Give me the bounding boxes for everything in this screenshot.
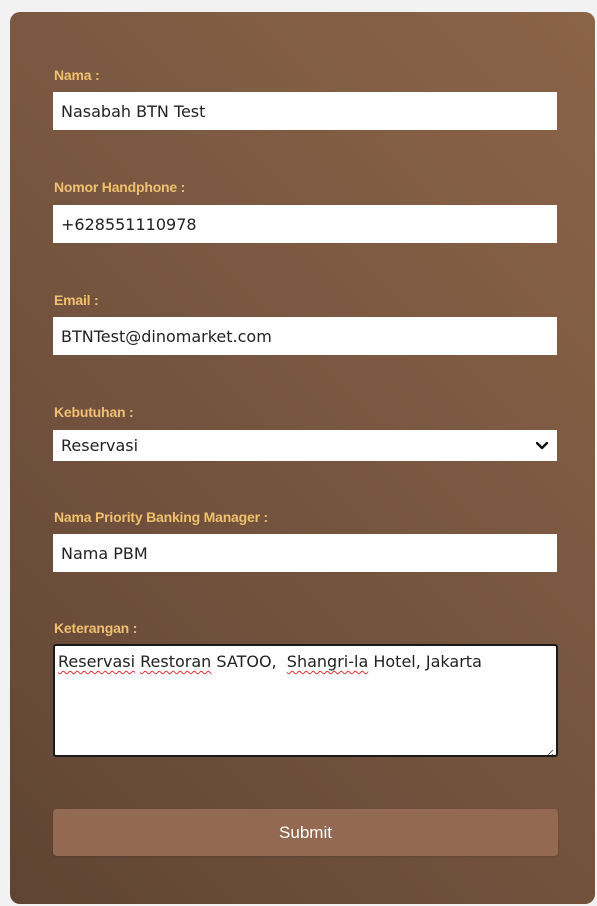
pbm-label: Nama Priority Banking Manager :: [54, 509, 268, 525]
textarea-word: Hotel,: [373, 652, 421, 671]
keterangan-label: Keterangan :: [54, 620, 138, 636]
chevron-down-icon: [535, 439, 549, 453]
keterangan-textarea[interactable]: Reservasi Restoran SATOO, Shangri-la Hot…: [53, 644, 558, 757]
textarea-word: Restoran: [140, 652, 212, 671]
textarea-word: Jakarta: [425, 652, 482, 671]
textarea-word: Reservasi: [58, 652, 136, 671]
kebutuhan-select[interactable]: Reservasi: [53, 430, 557, 461]
phone-label: Nomor Handphone :: [54, 179, 186, 195]
email-label: Email :: [54, 292, 99, 308]
pbm-name-input[interactable]: [53, 534, 557, 572]
email-input[interactable]: [53, 317, 557, 355]
kebutuhan-label: Kebutuhan :: [54, 404, 134, 420]
phone-input[interactable]: [53, 205, 557, 243]
name-label: Nama :: [54, 67, 100, 83]
name-input[interactable]: [53, 92, 557, 130]
resize-grip-icon[interactable]: [544, 743, 554, 755]
textarea-word: Shangri-la: [286, 652, 369, 671]
textarea-word: SATOO,: [216, 652, 277, 671]
submit-button[interactable]: Submit: [53, 809, 558, 856]
reservation-form-card: Nama : Nomor Handphone : Email : Kebutuh…: [10, 12, 595, 904]
kebutuhan-selected-value: Reservasi: [61, 436, 139, 455]
